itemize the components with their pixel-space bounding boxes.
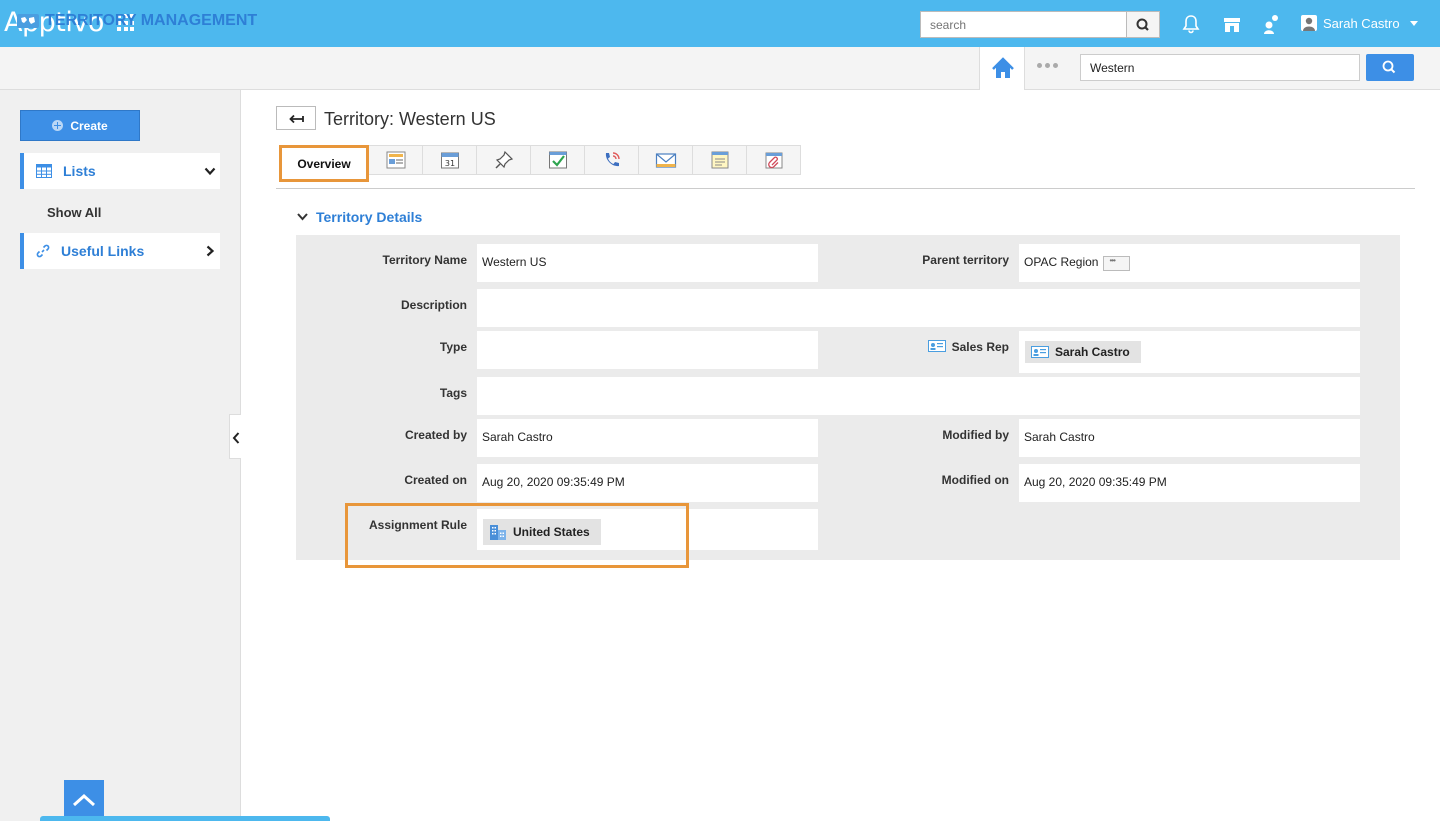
modified-by-value: Sarah Castro [1024, 430, 1095, 444]
pin-icon [494, 150, 513, 169]
tab-attachments[interactable] [747, 145, 801, 175]
chevron-down-icon [204, 167, 216, 176]
avatar [1301, 15, 1317, 31]
scroll-to-top-button[interactable] [64, 780, 104, 821]
sidebar-item-show-all[interactable]: Show All [47, 205, 101, 220]
global-search-input[interactable] [1080, 54, 1360, 81]
sales-rep-field: Sarah Castro [1019, 331, 1360, 373]
sidebar-item-lists[interactable]: Lists [20, 153, 220, 189]
assignment-rule-highlight [345, 503, 689, 568]
tab-overview[interactable]: Overview [279, 145, 369, 182]
type-field[interactable] [477, 331, 818, 369]
module-title-label: TERRITORY MANAGEMENT [45, 12, 258, 29]
created-by-field: Sarah Castro [477, 419, 818, 457]
created-on-label: Created on [404, 473, 467, 487]
map-icon [17, 14, 39, 28]
section-toggle-territory-details[interactable]: Territory Details [297, 209, 422, 225]
chevron-up-icon [72, 793, 96, 807]
create-button-label: Create [70, 118, 108, 133]
home-button[interactable] [979, 47, 1025, 90]
tab-email[interactable] [639, 145, 693, 175]
sidebar: Create Lists Show All Useful Links [0, 90, 241, 821]
chevron-down-icon [1409, 20, 1418, 26]
parent-territory-label: Parent territory [922, 253, 1009, 267]
store-icon[interactable] [1221, 13, 1243, 35]
note-icon [711, 151, 728, 169]
calendar-icon: 31 [440, 152, 459, 169]
tab-tasks[interactable] [531, 145, 585, 175]
back-button[interactable] [276, 106, 316, 130]
modified-by-field: Sarah Castro [1019, 419, 1360, 457]
created-on-field: Aug 20, 2020 09:35:49 PM [477, 464, 818, 502]
section-title: Territory Details [316, 209, 423, 225]
link-icon [36, 244, 50, 258]
created-on-value: Aug 20, 2020 09:35:49 PM [482, 475, 625, 489]
description-label: Description [400, 298, 467, 312]
user-name: Sarah Castro [1323, 15, 1400, 31]
created-by-label: Created by [404, 428, 467, 442]
modified-on-label: Modified on [941, 473, 1009, 487]
bottom-strip [40, 816, 330, 821]
table-icon [36, 164, 52, 178]
notes-icon [386, 151, 405, 169]
create-button[interactable]: Create [20, 110, 140, 141]
sales-rep-value: Sarah Castro [1055, 345, 1130, 359]
home-icon [992, 57, 1014, 78]
task-check-icon [548, 151, 567, 169]
tags-label: Tags [439, 386, 467, 400]
tab-calendar[interactable]: 31 [423, 145, 477, 175]
sidebar-item-label: Lists [63, 163, 96, 179]
page-title: Territory: Western US [324, 109, 496, 129]
back-arrow-icon [289, 114, 304, 124]
plus-circle-icon [52, 120, 64, 131]
bell-icon[interactable] [1180, 13, 1202, 35]
sidebar-item-label: Useful Links [61, 243, 145, 259]
tab-pin[interactable] [477, 145, 531, 175]
parent-territory-more-button[interactable] [1103, 256, 1131, 271]
type-label: Type [439, 340, 467, 354]
tab-overview-label: Overview [297, 156, 351, 171]
tab-notes-sticky[interactable] [693, 145, 747, 175]
chevron-down-icon [297, 213, 308, 221]
sales-rep-label: Sales Rep [951, 340, 1009, 354]
module-title[interactable]: TERRITORY MANAGEMENT [17, 12, 257, 30]
collapse-sidebar-button[interactable] [229, 414, 241, 459]
top-search-button[interactable] [1127, 11, 1160, 38]
svg-text:31: 31 [444, 159, 454, 168]
modified-on-field: Aug 20, 2020 09:35:49 PM [1019, 464, 1360, 502]
sales-rep-label-group: Sales Rep [880, 340, 1009, 354]
chevron-right-icon [206, 245, 215, 257]
territory-name-field[interactable]: Western US [477, 244, 818, 282]
tab-calls[interactable] [585, 145, 639, 175]
tab-divider [276, 188, 1415, 189]
chevron-left-icon [232, 432, 240, 444]
contact-card-icon [927, 340, 946, 352]
more-options-icon[interactable] [1037, 63, 1058, 68]
created-by-value: Sarah Castro [482, 430, 553, 444]
top-search-input[interactable] [920, 11, 1127, 38]
user-menu[interactable]: Sarah Castro [1301, 15, 1418, 31]
parent-territory-value: OPAC Region [1024, 255, 1099, 269]
modified-by-label: Modified by [942, 428, 1009, 442]
call-icon [605, 152, 620, 167]
sidebar-item-useful-links[interactable]: Useful Links [20, 233, 220, 269]
search-icon [1136, 18, 1149, 31]
contact-card-icon [1031, 346, 1049, 358]
parent-territory-field[interactable]: OPAC Region [1019, 244, 1360, 282]
tab-notes[interactable] [369, 145, 423, 175]
record-tabs: Overview 31 [279, 145, 801, 182]
global-search-button[interactable] [1366, 54, 1414, 81]
email-icon [655, 153, 676, 168]
search-icon [1382, 60, 1396, 74]
tags-field[interactable] [477, 377, 1360, 415]
attachment-icon [765, 152, 782, 169]
modified-on-value: Aug 20, 2020 09:35:49 PM [1024, 475, 1167, 489]
users-icon[interactable] [1261, 13, 1283, 35]
territory-name-value: Western US [482, 255, 547, 269]
territory-name-label: Territory Name [382, 253, 467, 267]
sales-rep-chip[interactable]: Sarah Castro [1025, 341, 1141, 363]
description-field[interactable] [477, 289, 1360, 327]
